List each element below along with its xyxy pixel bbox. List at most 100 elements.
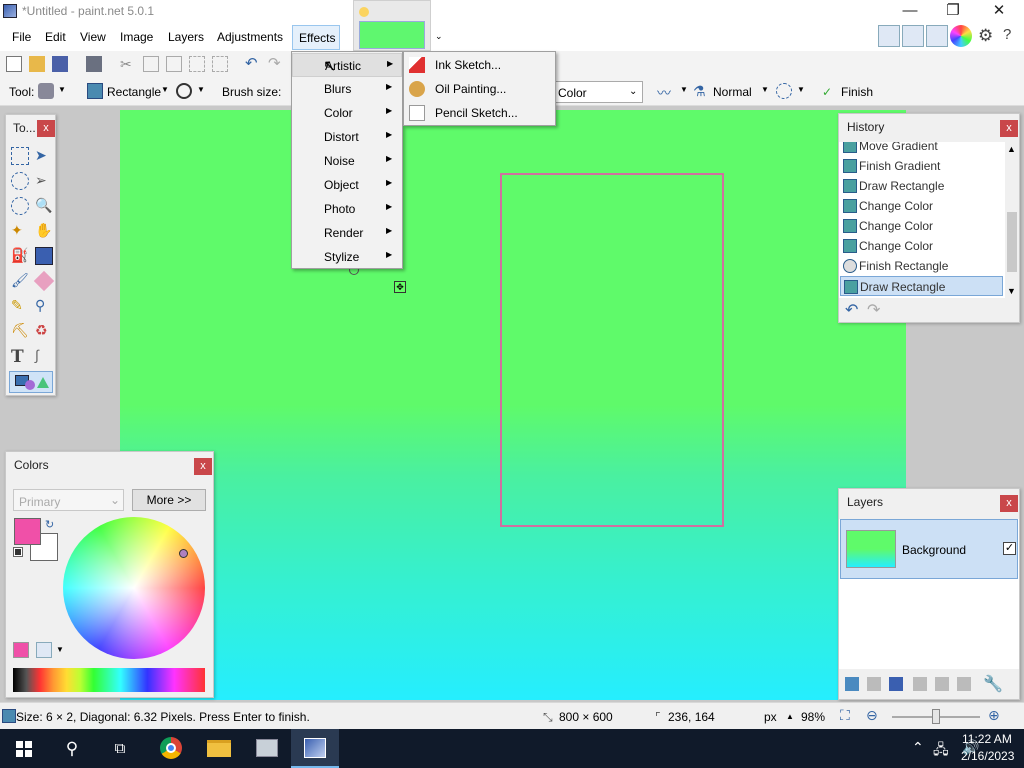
paintbrush-tool-icon[interactable]: 🖌 (11, 272, 29, 290)
delete-layer-icon[interactable] (867, 677, 881, 691)
effects-blurs-item[interactable]: Blurs ▶ (292, 77, 402, 101)
menu-layers[interactable]: Layers (168, 30, 204, 44)
shapes-tool-icon[interactable] (9, 371, 53, 393)
effects-object-item[interactable]: Object ▶ (292, 173, 402, 197)
tools-window-icon[interactable] (878, 25, 900, 47)
history-item-selected[interactable]: Draw Rectangle (840, 276, 1003, 296)
new-file-icon[interactable] (6, 56, 22, 72)
shape-type-label[interactable]: Rectangle (107, 85, 161, 99)
open-file-icon[interactable] (29, 56, 45, 72)
color-mode-select[interactable]: Primary ⌄ (13, 489, 124, 511)
close-button[interactable]: ✕ (976, 0, 1022, 24)
add-to-palette-icon[interactable] (13, 642, 29, 658)
more-colors-button[interactable]: More >> (132, 489, 206, 511)
shape-dropdown-chevron-icon[interactable]: ▼ (161, 85, 169, 94)
palette-chevron-icon[interactable]: ▼ (56, 645, 64, 654)
tools-panel-close-button[interactable]: x (37, 120, 55, 137)
recolor-tool-icon[interactable]: ♻ (35, 322, 53, 340)
scroll-down-icon[interactable]: ▼ (1007, 286, 1016, 296)
task-view-icon[interactable]: ⧉ (96, 729, 144, 768)
help-icon[interactable]: ? (1003, 26, 1011, 43)
clock-time[interactable]: 11:22 AM (962, 732, 1012, 746)
color-wheel[interactable] (63, 517, 205, 659)
zoom-in-icon[interactable]: ⊕ (988, 707, 1000, 724)
primary-color-swatch[interactable] (14, 518, 41, 545)
network-icon[interactable]: 🖧 (933, 739, 949, 763)
fill-mode-chevron-icon[interactable]: ▼ (197, 85, 205, 94)
image-tab[interactable] (353, 0, 431, 51)
zoom-tool-icon[interactable]: 🔍 (35, 197, 53, 215)
show-hidden-icons-chevron-icon[interactable]: ⌃ (912, 739, 924, 756)
selection-mode-icon[interactable] (776, 83, 792, 99)
paint-bucket-tool-icon[interactable]: ⛽ (11, 247, 29, 265)
paste-icon[interactable] (166, 56, 182, 72)
fill-select[interactable]: Color ⌄ (547, 81, 643, 103)
zoom-out-icon[interactable]: ⊖ (866, 707, 878, 724)
units-chevron-icon[interactable]: ▲ (786, 712, 794, 721)
effects-noise-item[interactable]: Noise ▶ (292, 149, 402, 173)
zoom-to-window-icon[interactable]: ⛶ (840, 707, 850, 724)
history-item[interactable]: Move Gradient (840, 142, 1003, 156)
selection-mode-chevron-icon[interactable]: ▼ (797, 85, 805, 94)
zoom-slider-thumb[interactable] (932, 709, 940, 724)
oil-painting-item[interactable]: Oil Painting... (404, 77, 555, 101)
history-item[interactable]: Finish Rectangle (840, 256, 1003, 276)
layer-row[interactable]: Background ✓ (840, 519, 1018, 579)
scroll-up-icon[interactable]: ▲ (1007, 144, 1016, 154)
menu-adjustments[interactable]: Adjustments (217, 30, 283, 44)
history-item[interactable]: Finish Gradient (840, 156, 1003, 176)
image-list-chevron-icon[interactable]: ⌄ (435, 31, 443, 42)
history-redo-icon[interactable]: ↷ (867, 300, 880, 320)
minimize-button[interactable]: — (887, 0, 933, 24)
draw-fill-mode-icon[interactable] (176, 83, 192, 99)
move-selection-tool-icon[interactable]: ➢ (35, 172, 53, 190)
move-layer-down-icon[interactable] (957, 677, 971, 691)
maximize-button[interactable]: ❐ (930, 0, 976, 24)
pencil-sketch-item[interactable]: Pencil Sketch... (404, 101, 555, 125)
settings-gear-icon[interactable]: ⚙ (978, 26, 993, 46)
menu-view[interactable]: View (80, 30, 106, 44)
effects-stylize-item[interactable]: Stylize ▶ (292, 245, 402, 269)
history-item[interactable]: Draw Rectangle (840, 176, 1003, 196)
start-button[interactable] (0, 729, 48, 768)
eraser-tool-icon[interactable] (33, 270, 55, 292)
layer-visibility-checkbox[interactable]: ✓ (1003, 542, 1016, 555)
history-panel-close-button[interactable]: x (1000, 120, 1018, 137)
menu-file[interactable]: File (12, 30, 31, 44)
add-layer-icon[interactable] (845, 677, 859, 691)
blend-mode-chevron-icon[interactable]: ▼ (761, 85, 769, 94)
redo-icon[interactable]: ↷ (268, 56, 284, 72)
magic-wand-tool-icon[interactable]: ✦ (11, 222, 29, 240)
save-icon[interactable] (52, 56, 68, 72)
blend-mode-label[interactable]: Normal (713, 85, 752, 99)
colors-window-icon[interactable] (950, 25, 972, 47)
color-picker-tool-icon[interactable]: ⚲ (35, 297, 53, 315)
layers-window-icon[interactable] (926, 25, 948, 47)
move-layer-up-icon[interactable] (935, 677, 949, 691)
duplicate-layer-icon[interactable] (889, 677, 903, 691)
gradient-tool-icon[interactable] (35, 247, 53, 265)
zoom-value[interactable]: 98% (801, 710, 825, 724)
rectangle-select-tool-icon[interactable] (11, 147, 29, 165)
scroll-thumb[interactable] (1007, 212, 1017, 272)
clone-stamp-tool-icon[interactable]: ⛏ (11, 322, 29, 340)
effects-color-item[interactable]: Color ▶ (292, 101, 402, 125)
effects-distort-item[interactable]: Distort ▶ (292, 125, 402, 149)
history-window-icon[interactable] (902, 25, 924, 47)
paintnet-taskbar-icon[interactable] (291, 729, 339, 768)
history-item[interactable]: Change Color (840, 216, 1003, 236)
antialiasing-chevron-icon[interactable]: ▼ (680, 85, 688, 94)
tool-dropdown-chevron-icon[interactable]: ▼ (58, 85, 66, 94)
clock-date[interactable]: 2/16/2023 (961, 749, 1014, 763)
deselect-icon[interactable] (212, 56, 228, 72)
layers-panel-close-button[interactable]: x (1000, 495, 1018, 512)
history-undo-icon[interactable]: ↶ (845, 300, 858, 320)
layer-properties-icon[interactable]: 🔧 (983, 674, 1003, 694)
history-item[interactable]: Change Color (840, 236, 1003, 256)
shape-type-icon[interactable] (87, 83, 103, 99)
app-taskbar-icon[interactable] (243, 729, 291, 768)
antialiasing-icon[interactable]: 〰 (657, 83, 675, 101)
effects-render-item[interactable]: Render ▶ (292, 221, 402, 245)
history-scrollbar[interactable]: ▲ ▼ (1005, 142, 1019, 298)
palette-icon[interactable] (36, 642, 52, 658)
